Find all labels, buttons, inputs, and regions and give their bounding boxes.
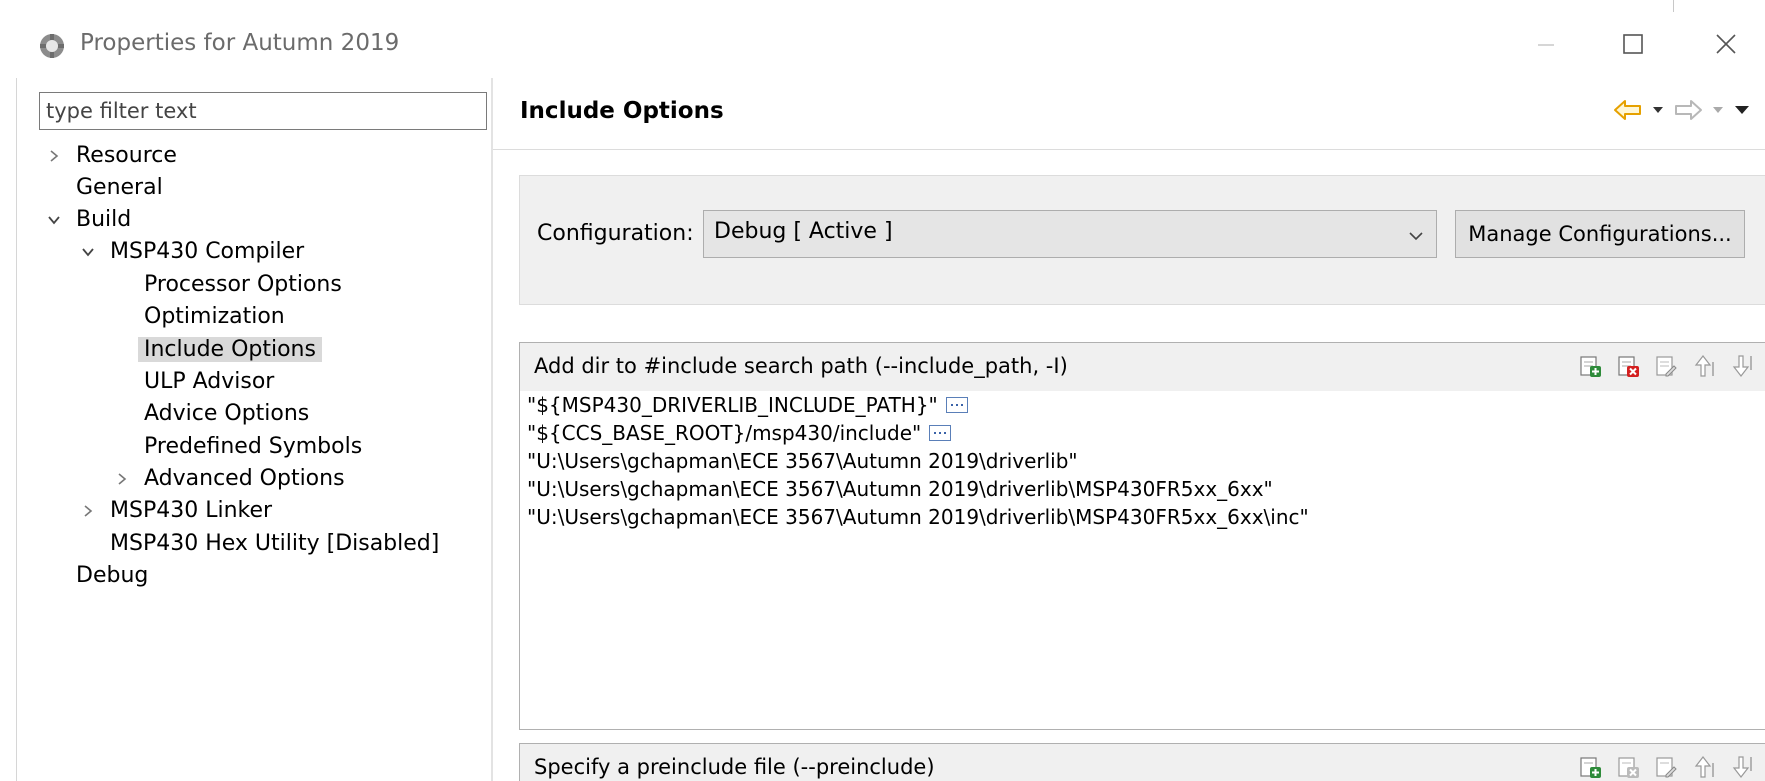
chevron-down-icon [1408, 223, 1424, 248]
preinclude-toolbar [1577, 754, 1755, 780]
move-down-icon[interactable] [1729, 353, 1755, 379]
move-down-icon[interactable] [1729, 754, 1755, 780]
maximize-icon[interactable] [1613, 26, 1653, 62]
preinclude-header: Specify a preinclude file (--preinclude) [520, 744, 1765, 781]
include-path-text: "${CCS_BASE_ROOT}/msp430/include" [527, 421, 922, 445]
move-up-icon[interactable] [1691, 353, 1717, 379]
include-path-text: "U:\Users\gchapman\ECE 3567\Autumn 2019\… [527, 505, 1309, 529]
configuration-select[interactable]: Debug [ Active ] [703, 210, 1437, 258]
window-title: Properties for Autumn 2019 [80, 30, 400, 56]
include-path-text: "U:\Users\gchapman\ECE 3567\Autumn 2019\… [527, 449, 1078, 473]
chevron-right-icon[interactable] [44, 140, 64, 172]
tree-item-processor-options[interactable]: Processor Options [138, 269, 348, 301]
tree-item-label: Processor Options [144, 272, 342, 297]
tree-item-label: Include Options [138, 337, 322, 362]
page-title: Include Options [520, 98, 724, 124]
list-item[interactable]: "${MSP430_DRIVERLIB_INCLUDE_PATH}" [527, 391, 1765, 419]
include-path-text: "${MSP430_DRIVERLIB_INCLUDE_PATH}" [527, 393, 938, 417]
add-file-icon[interactable] [1577, 754, 1603, 780]
page-header: Include Options [493, 78, 1765, 150]
list-item[interactable]: "U:\Users\gchapman\ECE 3567\Autumn 2019\… [527, 475, 1765, 503]
chevron-right-icon[interactable] [112, 463, 132, 495]
include-path-group: Add dir to #include search path (--inclu… [519, 342, 1765, 730]
edit-path-icon[interactable] [1653, 353, 1679, 379]
tree-item-label: Advanced Options [144, 466, 345, 491]
configuration-selected-value: Debug [ Active ] [714, 219, 893, 244]
tree-item-msp430-compiler[interactable]: MSP430 Compiler [82, 236, 310, 268]
tree-item-label: MSP430 Linker [110, 498, 273, 523]
preinclude-title: Specify a preinclude file (--preinclude) [534, 755, 935, 779]
include-path-text: "U:\Users\gchapman\ECE 3567\Autumn 2019\… [527, 477, 1273, 501]
tree-item-advanced-options[interactable]: Advanced Options [118, 463, 351, 495]
chevron-down-icon[interactable] [78, 236, 98, 268]
tree-item-debug[interactable]: Debug [70, 560, 154, 592]
tree-item-predefined-symbols[interactable]: Predefined Symbols [138, 431, 368, 463]
properties-dialog: Properties for Autumn 2019 Resource Gene… [0, 0, 1765, 781]
tree-item-label: ULP Advisor [144, 369, 275, 394]
add-path-icon[interactable] [1577, 353, 1603, 379]
tree-item-label: Build [76, 207, 132, 232]
list-item[interactable]: "${CCS_BASE_ROOT}/msp430/include" [527, 419, 1765, 447]
forward-dropdown-icon[interactable] [1711, 105, 1725, 115]
tree-item-advice-options[interactable]: Advice Options [138, 398, 315, 430]
configuration-group: Configuration: Debug [ Active ] Manage C… [519, 175, 1765, 305]
page-navigation [1613, 98, 1751, 122]
tree-item-label: Optimization [144, 304, 285, 329]
include-path-title: Add dir to #include search path (--inclu… [534, 354, 1068, 378]
list-item[interactable]: "U:\Users\gchapman\ECE 3567\Autumn 2019\… [527, 447, 1765, 475]
list-item[interactable]: "U:\Users\gchapman\ECE 3567\Autumn 2019\… [527, 503, 1765, 531]
tree-item-label: Predefined Symbols [144, 434, 363, 459]
tree-item-label: Debug [76, 563, 149, 588]
variable-ellipsis-icon[interactable] [945, 397, 968, 413]
filter-input[interactable] [39, 92, 487, 130]
move-up-icon[interactable] [1691, 754, 1717, 780]
include-path-toolbar [1577, 353, 1755, 379]
tree-item-label: MSP430 Compiler [110, 239, 305, 264]
tree-item-label: MSP430 Hex Utility [Disabled] [110, 531, 440, 556]
tree-item-ulp-advisor[interactable]: ULP Advisor [138, 366, 280, 398]
tree-item-label: Resource [76, 143, 177, 168]
delete-path-icon[interactable] [1615, 353, 1641, 379]
tree-item-resource[interactable]: Resource [50, 140, 183, 172]
tree-item-msp430-hex-utility[interactable]: MSP430 Hex Utility [Disabled] [104, 528, 445, 560]
configuration-label: Configuration: [537, 221, 694, 246]
forward-arrow-icon[interactable] [1673, 98, 1703, 122]
edit-file-icon[interactable] [1653, 754, 1679, 780]
include-path-list[interactable]: "${MSP430_DRIVERLIB_INCLUDE_PATH}" "${CC… [527, 391, 1765, 531]
project-properties-icon [38, 32, 66, 60]
tree-item-general[interactable]: General [70, 172, 169, 204]
tree-item-build[interactable]: Build [48, 204, 137, 236]
chevron-down-icon[interactable] [44, 204, 64, 236]
minimize-icon[interactable] [1526, 26, 1566, 62]
include-path-header: Add dir to #include search path (--inclu… [520, 343, 1765, 391]
view-menu-icon[interactable] [1733, 104, 1751, 116]
title-bar: Properties for Autumn 2019 [0, 0, 1765, 78]
preinclude-group: Specify a preinclude file (--preinclude) [519, 743, 1765, 781]
tree-item-label: Advice Options [144, 401, 310, 426]
back-dropdown-icon[interactable] [1651, 105, 1665, 115]
close-icon[interactable] [1706, 26, 1746, 62]
manage-configurations-button[interactable]: Manage Configurations... [1455, 210, 1745, 258]
delete-file-icon[interactable] [1615, 754, 1641, 780]
variable-ellipsis-icon[interactable] [929, 425, 952, 441]
tree-item-label: General [76, 175, 163, 200]
chevron-right-icon[interactable] [78, 495, 98, 527]
tree-item-include-options[interactable]: Include Options [138, 334, 322, 366]
property-page: Include Options Configuration: Debug [A… [493, 78, 1765, 781]
tree-item-msp430-linker[interactable]: MSP430 Linker [84, 495, 278, 527]
back-arrow-icon[interactable] [1613, 98, 1643, 122]
tree-item-optimization[interactable]: Optimization [138, 301, 291, 333]
property-navigation-panel: Resource General Build MSP430 Compiler P… [16, 78, 492, 781]
